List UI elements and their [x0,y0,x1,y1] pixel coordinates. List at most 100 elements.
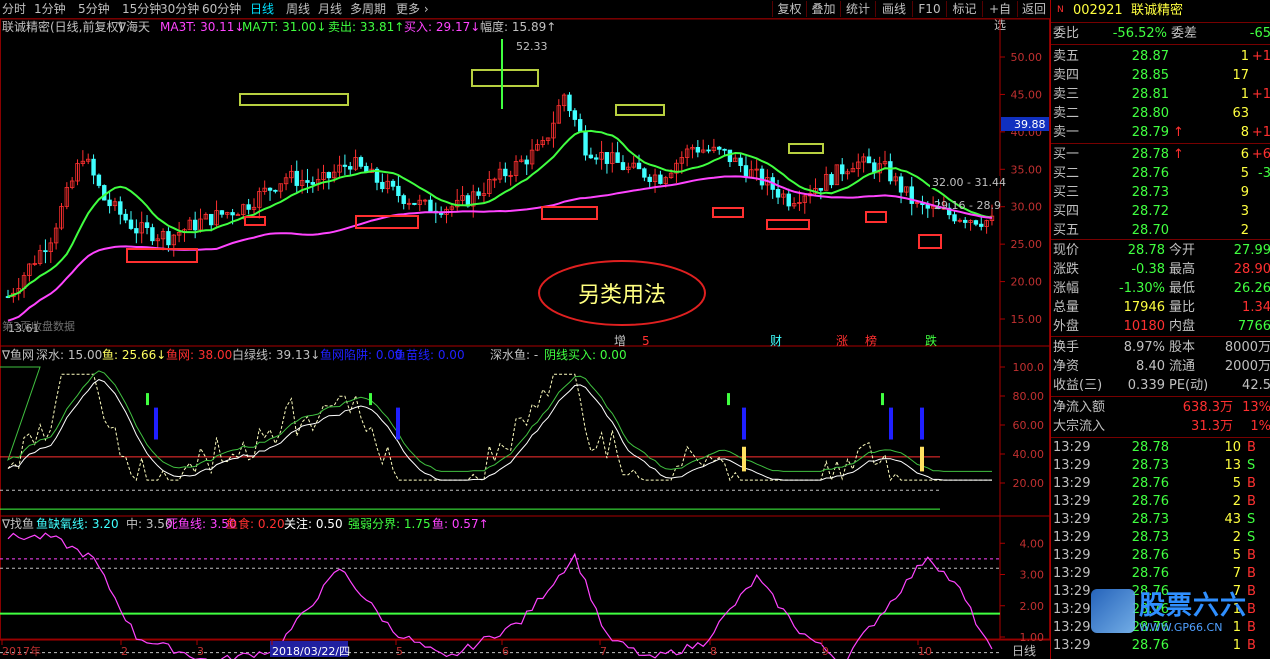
bid-vol-4: 2 [1240,223,1249,238]
tick-time-5: 13:29 [1053,530,1091,545]
candle-body-106 [572,110,578,120]
annotation-text: 另类用法 [578,283,666,308]
stat-l2-4: 内盘 [1169,319,1196,334]
candle-body-161 [866,156,872,164]
candle-body-108 [583,130,588,156]
toolbar-button-3[interactable]: 画线 [875,1,912,17]
xaxis-period: 日线 [1012,644,1036,658]
sep-stats2 [1051,396,1270,397]
tick-bs-2: B [1247,476,1256,491]
event-marker-4: 榜 [865,333,877,348]
ask-price-1: 28.85 [1131,68,1169,83]
green-signal-2 [727,393,730,406]
period-tab-10[interactable]: 更多 › [396,1,429,17]
candle-body-17 [96,174,102,186]
ytick-sub2-label-3: 1.00 [1020,631,1045,644]
period-tab-0[interactable]: 分时 [2,1,26,17]
candle-body-182 [979,223,984,227]
quote-panel: N 002921 联诚精密 委比 -56.52% 委差 -65 卖五 28.87 1 +1 卖四 28.… [1050,0,1270,659]
ask-arrow: ↑ [1173,125,1184,140]
candle-body-56 [305,180,310,183]
event-marker-2: 财 [770,334,782,348]
ask-price-4: 28.79 [1131,125,1169,140]
signal-bottom-box-5 [766,219,810,230]
period-tab-8[interactable]: 月线 [318,1,342,17]
tick-time-6: 13:29 [1053,548,1091,563]
tick-bs-7: B [1247,566,1256,581]
stat2-row-2: 收益(三) 0.339 PE(动) 42.5 [1051,376,1270,395]
toolbar-button-2[interactable]: 统计 [840,1,875,17]
period-tab-6[interactable]: 日线 [250,1,274,17]
sub1-item-6: 深水鱼: - [490,348,538,362]
candle-body-79 [428,199,433,212]
period-tab-1[interactable]: 1分钟 [34,1,66,17]
tick-row-1: 13:29 28.73 13 S [1051,457,1270,475]
quote-name: 联诚精密 [1131,3,1184,18]
candle-body-60 [326,172,332,179]
ytick-main-label-0: 50.00 [1011,51,1043,64]
period-toolbar: 分时 1分钟 5分钟 15分钟 30分钟 60分钟 日线 周线 月线 多周期 更多 › 复权 叠加 统计画… [0,0,1050,32]
candle-body-109 [588,154,594,159]
toolbar-button-0[interactable]: 复权 [772,1,806,17]
ask-vol-3: 63 [1232,106,1249,121]
stat-row-2: 涨幅 -1.30% 最低 26.26 [1051,279,1270,298]
stat-l1-1: 涨跌 [1053,262,1080,277]
candle-body-21 [118,201,123,215]
candle-body-16 [91,158,96,176]
toolbar-button-6[interactable]: +自选 [982,1,1017,32]
toolbar-button-5[interactable]: 标记 [946,1,982,17]
tick-vol-6: 5 [1232,548,1241,563]
period-tab-2[interactable]: 5分钟 [78,1,110,17]
ask-price-3: 28.80 [1131,106,1169,121]
ytick-main-label-1: 45.00 [1011,88,1043,101]
candle-body-133 [717,146,722,150]
candle-body-63 [342,164,348,167]
stat2-l2-0: 股本 [1169,340,1196,355]
sub1-item-3: 白绿线: 39.13↓ [232,347,320,362]
stat-row-0: 现价 28.78 今开 27.99 [1051,241,1270,260]
sub1-item-0: 深水: 15.00 [36,348,102,362]
period-tab-7[interactable]: 周线 [286,1,310,17]
ytick-main-label-6: 20.00 [1011,276,1043,289]
green-signal-1 [369,393,372,406]
bid-row-4: 买五 28.70 2 [1051,221,1270,240]
tick-bs-3: B [1247,494,1256,509]
bid-row-1: 买二 28.76 5 -3 [1051,164,1270,183]
green-signal-0 [146,393,149,406]
candle-body-122 [658,174,663,184]
bid-price-1: 28.76 [1131,166,1169,181]
sub1-item-2: 鱼网: 38.00 [166,348,232,362]
candle-body-144 [775,189,781,198]
period-tab-9[interactable]: 多周期 [350,1,386,17]
ask-row-0: 卖五 28.87 1 +1 [1051,47,1270,66]
signal-top-box-2 [615,104,665,116]
candle-body-119 [642,168,647,178]
tick-vol-1: 13 [1224,458,1241,473]
candle-body-114 [615,152,620,163]
candle-body-105 [567,94,572,112]
xaxis-label-3: 2018/03/22/四 [272,645,350,658]
ratio-row: 委比 -56.52% 委差 -65 [1051,24,1270,43]
period-tab-4[interactable]: 30分钟 [160,1,199,17]
sep-asks [1051,143,1270,144]
kline-chart-area[interactable]: 联诚精密(日线,前复权)∇海天 MA3T: 30.11↓MA7T: 31.00↓ 卖… [0,19,1050,659]
stat2-row-0: 换手 8.97% 股本 8000万 [1051,338,1270,357]
period-tab-3[interactable]: 15分钟 [122,1,161,17]
candle-body-72 [390,180,396,187]
ytick-sub1-label-4: 20.00 [1013,477,1045,490]
event-marker-3: 涨 [836,333,848,348]
toolbar-button-1[interactable]: 叠加 [806,1,840,17]
tick-bs-4: S [1247,512,1256,527]
stat2-l2-2: PE(动) [1169,378,1209,393]
candle-body-167 [898,176,904,193]
xaxis-label-0: 2017年 [2,644,41,658]
ask-vol-4: 8 [1240,125,1249,140]
period-tab-5[interactable]: 60分钟 [202,1,241,17]
candle-body-76 [412,202,417,205]
candle-body-131 [706,149,711,152]
stat-v1-1: -0.38 [1131,262,1165,277]
stat2-l1-2: 收益(三) [1053,378,1103,393]
toolbar-button-7[interactable]: 返回 [1017,1,1050,17]
ask-row-1: 卖四 28.85 17 [1051,66,1270,85]
toolbar-button-4[interactable]: F10 [912,1,946,17]
